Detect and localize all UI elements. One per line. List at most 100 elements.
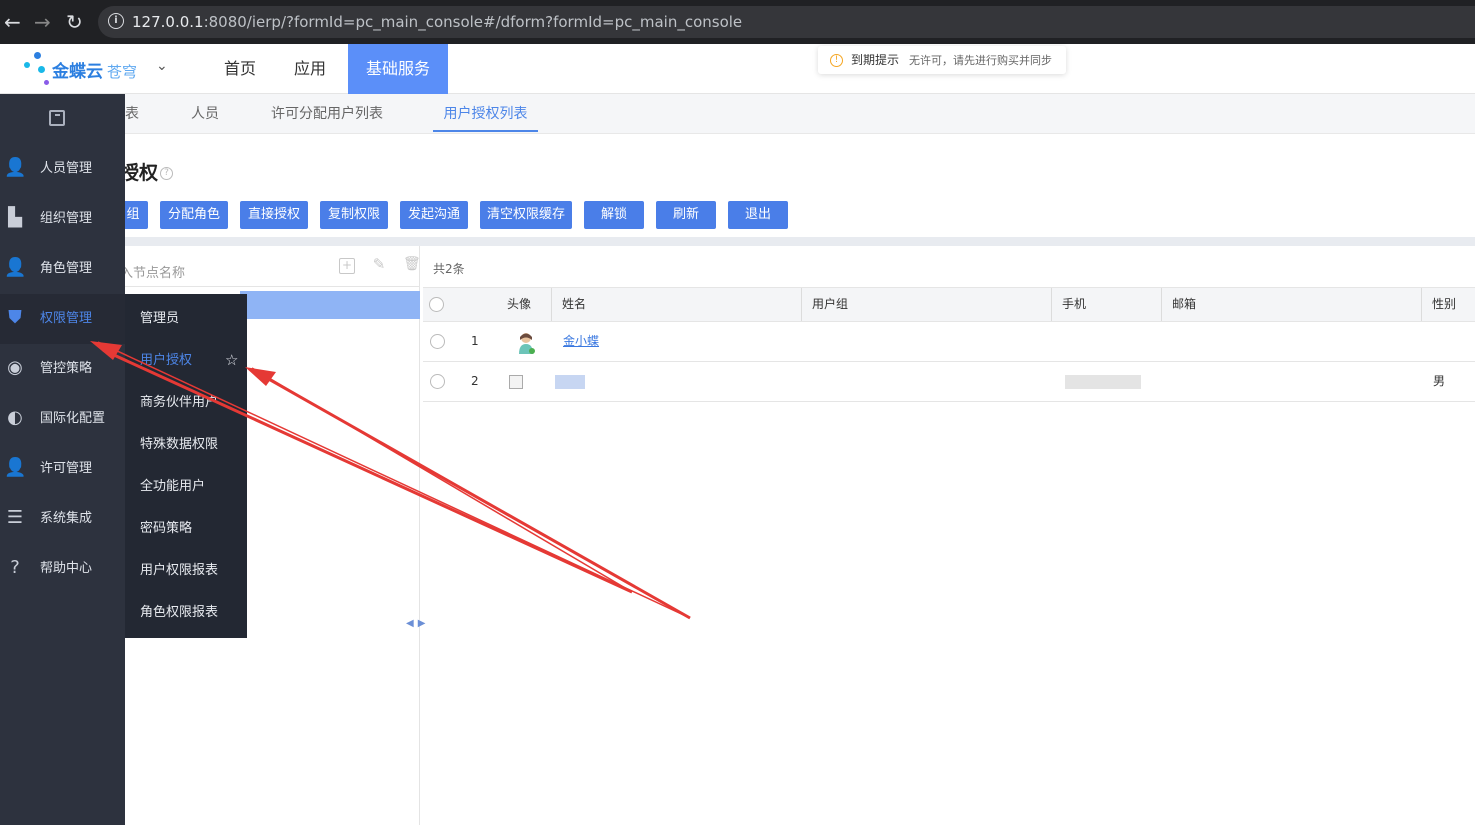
divider <box>120 286 420 287</box>
compass-icon: ◉ <box>7 357 23 378</box>
sidebar-item-i18n[interactable]: ◐ 国际化配置 <box>0 394 125 444</box>
tab-partial[interactable]: 表 <box>125 94 139 132</box>
role-icon: 👤 <box>4 257 27 278</box>
back-icon[interactable]: ← <box>4 10 21 34</box>
nav-apps[interactable]: 应用 <box>276 44 344 94</box>
star-icon[interactable]: ☆ <box>225 351 238 369</box>
submenu-full-users[interactable]: 全功能用户 <box>140 477 205 497</box>
sidebar: 👤 人员管理 ▙ 组织管理 👤 角色管理 ⛊ 权限管理 ◉ 管控策略 ◐ 国际化… <box>0 94 125 825</box>
url-path: :8080/ierp/?formId=pc_main_console#/dfor… <box>203 13 743 31</box>
delete-icon[interactable]: 🗑 <box>403 257 421 274</box>
copy-perm-button[interactable]: 复制权限 <box>320 201 388 229</box>
globe-icon: ◐ <box>7 407 23 428</box>
row-radio[interactable] <box>430 374 445 389</box>
select-all-radio[interactable] <box>429 297 444 312</box>
app-header: 金蝶云 苍穹 ⌄ 首页 应用 基础服务 ! 到期提示 无许可，请先进行购买并同步 <box>0 44 1475 94</box>
nav-home[interactable]: 首页 <box>206 44 274 94</box>
row-index: 2 <box>471 374 479 388</box>
logo-dot <box>34 52 41 59</box>
col-email[interactable]: 邮箱 <box>1161 288 1421 321</box>
tree-search-input[interactable]: 入节点名称 <box>120 262 185 281</box>
page-title-text: 授权 <box>120 162 159 184</box>
clear-cache-button[interactable]: 清空权限缓存 <box>480 201 572 229</box>
sidebar-item-role[interactable]: 👤 角色管理 <box>0 244 125 294</box>
brand-text: 金蝶云 <box>52 62 103 82</box>
refresh-button[interactable]: 刷新 <box>656 201 716 229</box>
col-avatar[interactable]: 头像 <box>497 288 551 321</box>
sidebar-item-label: 人员管理 <box>40 161 93 176</box>
sidebar-item-license[interactable]: 👤 许可管理 <box>0 444 125 494</box>
sidebar-item-org[interactable]: ▙ 组织管理 <box>0 194 125 244</box>
row-radio[interactable] <box>430 334 445 349</box>
brand-sub: 苍穹 <box>107 63 138 81</box>
tree-node-selected[interactable] <box>240 291 420 319</box>
submenu-role-perm-report[interactable]: 角色权限报表 <box>140 603 218 623</box>
edit-icon[interactable]: ✎ <box>371 257 387 274</box>
start-chat-button[interactable]: 发起沟通 <box>400 201 468 229</box>
sidebar-item-personnel[interactable]: 👤 人员管理 <box>0 144 125 194</box>
divider <box>0 237 1475 246</box>
submenu-partner-users[interactable]: 商务伙伴用户 <box>140 393 218 413</box>
user-name-link[interactable]: 金小蝶 <box>563 322 599 361</box>
submenu-special-data[interactable]: 特殊数据权限 <box>140 435 218 455</box>
sidebar-item-permission[interactable]: ⛊ 权限管理 <box>0 294 125 344</box>
submenu-user-auth[interactable]: 用户授权 <box>140 351 192 371</box>
col-name[interactable]: 姓名 <box>551 288 801 321</box>
submenu-password-policy[interactable]: 密码策略 <box>140 519 192 539</box>
row-index: 1 <box>471 334 479 348</box>
redacted-name <box>555 375 585 389</box>
page-title: 授权? <box>120 158 174 185</box>
col-user-group[interactable]: 用户组 <box>801 288 1051 321</box>
tab-license-users[interactable]: 许可分配用户列表 <box>271 94 383 132</box>
help-icon: ? <box>10 557 20 578</box>
assign-role-button[interactable]: 分配角色 <box>160 201 228 229</box>
submenu-user-perm-report[interactable]: 用户权限报表 <box>140 561 218 581</box>
reload-icon[interactable]: ↻ <box>66 10 83 34</box>
unlock-button[interactable]: 解锁 <box>584 201 644 229</box>
sidebar-item-label: 角色管理 <box>40 261 93 276</box>
sidebar-item-help[interactable]: ? 帮助中心 <box>0 544 125 594</box>
org-icon: ▙ <box>8 207 22 228</box>
sidebar-item-label: 帮助中心 <box>40 561 93 576</box>
logo[interactable]: 金蝶云 苍穹 ⌄ <box>22 52 172 86</box>
expire-title: 到期提示 <box>851 53 900 67</box>
url-text[interactable]: 127.0.0.1:8080/ierp/?formId=pc_main_cons… <box>132 13 742 31</box>
sidebar-item-label: 管控策略 <box>40 361 93 376</box>
help-icon[interactable]: ? <box>160 167 174 180</box>
grid-header: 头像 姓名 用户组 手机 邮箱 性别 <box>423 287 1475 322</box>
shield-icon: ⛊ <box>8 307 22 328</box>
server-icon: ☰ <box>6 507 24 528</box>
col-gender[interactable]: 性别 <box>1421 288 1475 321</box>
direct-auth-button[interactable]: 直接授权 <box>240 201 308 229</box>
brand-name: 金蝶云 苍穹 <box>52 57 137 82</box>
sidebar-item-label: 许可管理 <box>40 461 93 476</box>
info-icon[interactable]: i <box>108 13 124 29</box>
exit-button[interactable]: 退出 <box>728 201 788 229</box>
sidebar-item-control[interactable]: ◉ 管控策略 <box>0 344 125 394</box>
avatar <box>519 333 535 354</box>
sidebar-item-label: 组织管理 <box>40 211 93 226</box>
tab-bar: 表 人员 许可分配用户列表 用户授权列表 <box>0 94 1475 134</box>
expire-notice[interactable]: ! 到期提示 无许可，请先进行购买并同步 <box>818 46 1067 74</box>
permission-submenu: 管理员 用户授权 ☆ 商务伙伴用户 特殊数据权限 全功能用户 密码策略 用户权限… <box>125 294 247 638</box>
col-mobile[interactable]: 手机 <box>1051 288 1161 321</box>
chevron-down-icon[interactable]: ⌄ <box>156 58 168 74</box>
sidebar-item-integration[interactable]: ☰ 系统集成 <box>0 494 125 544</box>
logo-dot <box>38 66 45 73</box>
record-count: 共2条 <box>433 262 465 276</box>
tab-user-auth-list[interactable]: 用户授权列表 <box>433 94 538 132</box>
menu-collapse-icon[interactable] <box>49 110 65 126</box>
logo-dot <box>44 80 49 85</box>
table-row[interactable]: 1 金小蝶 <box>423 322 1475 362</box>
nav-basic-services[interactable]: 基础服务 <box>348 44 448 94</box>
forward-icon[interactable]: → <box>34 10 51 34</box>
submenu-admin[interactable]: 管理员 <box>140 309 179 329</box>
sidebar-item-label: 系统集成 <box>40 511 93 526</box>
address-bar[interactable]: i 127.0.0.1:8080/ierp/?formId=pc_main_co… <box>98 6 1475 38</box>
sidebar-item-label: 权限管理 <box>40 311 93 326</box>
table-row[interactable]: 2 男 <box>423 362 1475 402</box>
avatar <box>509 375 523 389</box>
row-gender: 男 <box>1433 374 1446 388</box>
add-node-icon[interactable]: + <box>339 258 355 274</box>
tab-personnel[interactable]: 人员 <box>191 94 219 132</box>
